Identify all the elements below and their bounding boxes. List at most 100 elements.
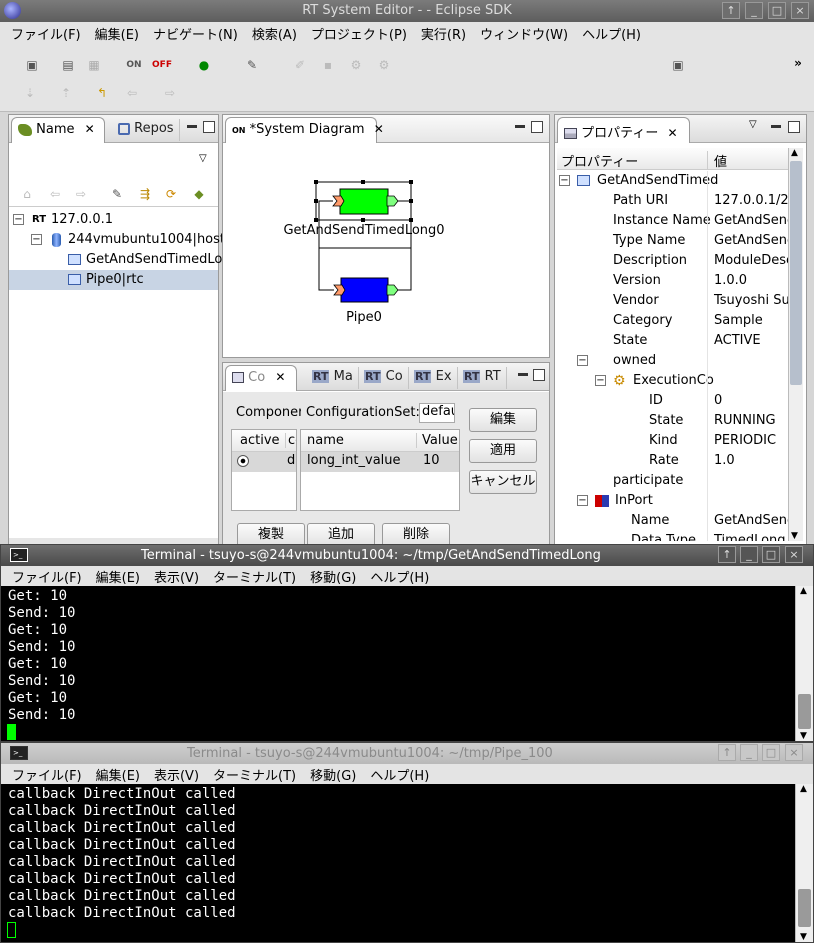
window-maximize-button[interactable]: □ [762, 546, 780, 563]
view-minimize-button[interactable] [187, 125, 197, 128]
window-minimize-button[interactable]: _ [745, 2, 763, 19]
tab-close-icon[interactable]: ✕ [668, 126, 678, 140]
nav-forward-icon[interactable]: ⇨ [71, 185, 91, 203]
tab-repository[interactable]: Repos [113, 119, 180, 141]
tab-connection[interactable]: RT Co [359, 367, 409, 389]
properties-scrollbar[interactable]: ▲ ▼ [788, 148, 803, 541]
active-radio[interactable] [237, 455, 249, 467]
column-header-property[interactable]: プロパティー [561, 151, 638, 170]
collapse-icon[interactable]: − [577, 355, 588, 366]
terminal-1-output[interactable]: Get: 10 Send: 10 Get: 10 Send: 10 Get: 10 Sen… [1, 586, 795, 741]
tab-close-icon[interactable]: ✕ [85, 122, 95, 136]
property-row[interactable]: Name GetAndSend [557, 511, 789, 531]
scroll-up-icon[interactable]: ▲ [791, 148, 798, 158]
disabled-tool-3-icon[interactable]: ⚙ [346, 56, 366, 74]
scroll-down-icon[interactable]: ▼ [800, 932, 807, 942]
menu-navigate[interactable]: ナビゲート(N) [146, 22, 245, 43]
tab-rt-log[interactable]: RT RT [458, 367, 507, 389]
tree-item-pipe[interactable]: Pipe0|rtc [9, 270, 218, 290]
column-header-value[interactable]: Value [416, 433, 458, 448]
print-icon[interactable]: ▦ [84, 56, 104, 74]
collapse-icon[interactable]: − [13, 214, 24, 225]
window-maximize-button[interactable]: □ [768, 2, 786, 19]
property-row[interactable]: Kind PERIODIC [557, 431, 789, 451]
property-row[interactable]: participate [557, 471, 789, 491]
property-row[interactable]: Description ModuleDesc [557, 251, 789, 271]
property-row[interactable]: Vendor Tsuyoshi Su [557, 291, 789, 311]
refresh-icon[interactable]: ⟳ [161, 185, 181, 203]
last-edit-icon[interactable]: ↰ [92, 84, 112, 102]
terminal-menu-go[interactable]: 移動(G) [303, 764, 363, 784]
param-value-cell[interactable]: 10 [423, 453, 440, 468]
home-icon[interactable]: ⌂ [17, 185, 37, 203]
tab-system-diagram[interactable]: ON *System Diagram ✕ [225, 117, 384, 143]
property-row[interactable]: Rate 1.0 [557, 451, 789, 471]
collapse-icon[interactable]: − [577, 495, 588, 506]
tree-item-host[interactable]: − RT 127.0.0.1 [9, 210, 218, 230]
terminal-menu-view[interactable]: 表示(V) [147, 566, 206, 586]
menu-project[interactable]: プロジェクト(P) [304, 22, 414, 43]
menu-file[interactable]: ファイル(F) [0, 22, 88, 43]
menu-edit[interactable]: 編集(E) [88, 22, 146, 43]
view-maximize-button[interactable] [533, 369, 545, 381]
new-wizard-icon[interactable]: ▣ [22, 56, 42, 74]
property-row[interactable]: − InPort [557, 491, 789, 511]
table-row[interactable]: d [232, 452, 296, 472]
property-row[interactable]: Type Name GetAndSend [557, 231, 789, 251]
editor-maximize-button[interactable] [531, 121, 543, 133]
collapse-icon[interactable]: − [31, 234, 42, 245]
window-minimize-button[interactable]: _ [740, 546, 758, 563]
terminal-menu-view[interactable]: 表示(V) [147, 764, 206, 784]
property-row[interactable]: − ⚙ ExecutionCo [557, 371, 789, 391]
forward-icon[interactable]: ⇨ [160, 84, 180, 102]
window-shade-button[interactable]: ↑ [722, 2, 740, 19]
disabled-tool-2-icon[interactable]: ▪ [318, 56, 338, 74]
terminal-icon[interactable]: >_ [10, 746, 28, 760]
scroll-down-icon[interactable]: ▼ [791, 531, 798, 541]
menu-search[interactable]: 検索(A) [245, 22, 304, 43]
external-tools-icon[interactable]: ✎ [242, 56, 262, 74]
all-activate-icon[interactable]: ON [124, 56, 144, 74]
back-icon[interactable]: ⇦ [122, 84, 142, 102]
terminal-menu-edit[interactable]: 編集(E) [89, 566, 147, 586]
tab-close-icon[interactable]: ✕ [374, 122, 384, 136]
name-server-icon[interactable]: ◆ [189, 185, 209, 203]
view-maximize-button[interactable] [788, 121, 800, 133]
edit-button[interactable]: 編集 [469, 408, 537, 432]
property-row[interactable]: ID 0 [557, 391, 789, 411]
disabled-tool-4-icon[interactable]: ⚙ [374, 56, 394, 74]
property-row[interactable]: Path URI 127.0.0.1/24 [557, 191, 789, 211]
scroll-up-icon[interactable]: ▲ [800, 784, 807, 794]
scroll-thumb[interactable] [798, 889, 811, 927]
column-header-value[interactable]: 値 [707, 151, 727, 170]
tree-item-getandsend[interactable]: GetAndSendTimedLo [9, 250, 222, 270]
property-row[interactable]: Instance Name GetAndSend [557, 211, 789, 231]
tab-execution-context[interactable]: RT Ex [409, 367, 458, 389]
scroll-down-icon[interactable]: ▼ [800, 731, 807, 741]
apply-button[interactable]: 適用 [469, 439, 537, 463]
column-header-config[interactable]: co [285, 433, 296, 448]
window-close-button[interactable]: × [785, 744, 803, 761]
table-row[interactable]: long_int_value 10 [301, 452, 459, 472]
terminal-2-scrollbar[interactable]: ▲ ▼ [795, 784, 813, 942]
terminal-menu-file[interactable]: ファイル(F) [1, 566, 89, 586]
collapse-icon[interactable]: − [595, 375, 606, 386]
prev-annotation-icon[interactable]: ⇡ [56, 84, 76, 102]
view-minimize-button[interactable] [771, 125, 781, 128]
terminal-menu-go[interactable]: 移動(G) [303, 566, 363, 586]
tab-close-icon[interactable]: ✕ [275, 370, 285, 384]
tab-properties[interactable]: プロパティー ✕ [557, 117, 690, 143]
run-icon[interactable]: ● [194, 56, 214, 74]
column-header-active[interactable]: active [240, 433, 280, 448]
nav-back-icon[interactable]: ⇦ [45, 185, 65, 203]
scroll-thumb[interactable] [798, 694, 811, 729]
scroll-thumb[interactable] [790, 161, 802, 385]
terminal-menu-help[interactable]: ヘルプ(H) [363, 764, 436, 784]
property-row[interactable]: State ACTIVE [557, 331, 789, 351]
view-minimize-button[interactable] [518, 373, 528, 376]
tree-item-context[interactable]: − 244vmubuntu1004|host_ [9, 230, 232, 250]
add-name-server-icon[interactable]: ✎ [107, 185, 127, 203]
diagram-canvas[interactable]: GetAndSendTimedLong0 Pipe0 [223, 144, 549, 357]
all-deactivate-icon[interactable]: OFF [152, 56, 172, 74]
property-row[interactable]: Version 1.0.0 [557, 271, 789, 291]
